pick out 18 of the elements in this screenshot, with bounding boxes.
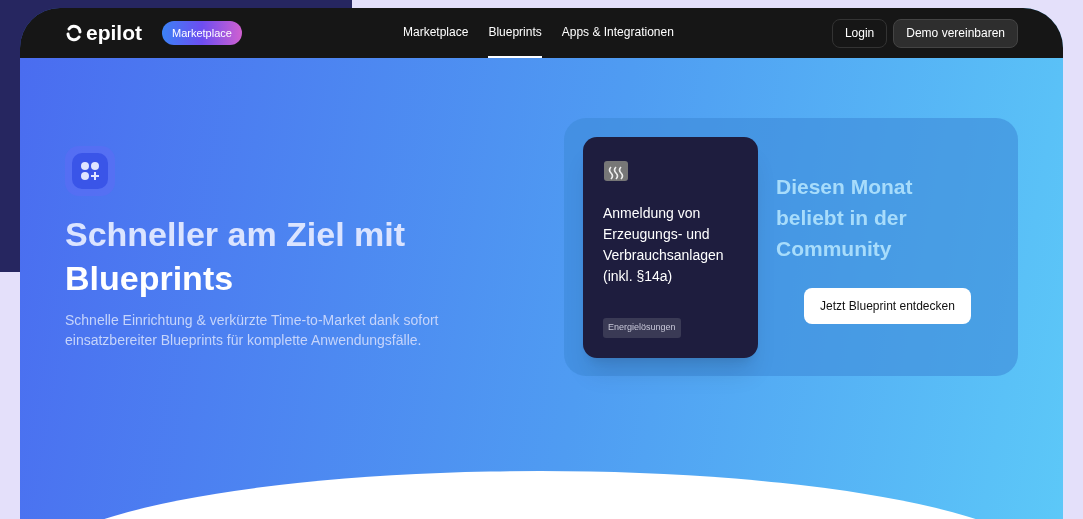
nav-link[interactable]: Marketplace bbox=[403, 8, 469, 58]
logo[interactable]: epilot bbox=[65, 17, 142, 49]
heater-icon bbox=[602, 158, 629, 183]
logo-icon bbox=[65, 24, 83, 42]
discover-button[interactable]: Jetzt Blueprint entdecken bbox=[804, 287, 971, 324]
hero-title: Blueprints bbox=[65, 258, 235, 299]
blueprint-card[interactable]: Anmeldung von Erzeugungs- und Verbrauchsanlagen (inkl. §14a) Energielösungen bbox=[582, 136, 758, 358]
app-icon bbox=[65, 146, 115, 196]
demo-button[interactable]: Demo vereinbaren bbox=[893, 18, 1018, 48]
nav-link[interactable]: Blueprints bbox=[488, 8, 542, 58]
hero-title: Schneller am Ziel mit bbox=[65, 214, 407, 255]
marketplace-badge: Marketplace bbox=[162, 20, 242, 46]
featured-heading: Diesen Monat beliebt in der Community bbox=[775, 173, 914, 262]
nav-link[interactable]: Apps & Integrationen bbox=[561, 8, 674, 58]
login-button[interactable]: Login bbox=[831, 18, 888, 48]
card-title: Anmeldung von Erzeugungs- und Verbrauchsanlagen (inkl. §14a) bbox=[602, 203, 725, 286]
hero-subtitle: Schnelle Einrichtung & verkürzte Time-to-Market dank sofort einsatzbereiter Blueprints für komplette Anwendungsfälle. bbox=[65, 311, 440, 350]
category-tag: Energielösungen bbox=[602, 318, 681, 338]
